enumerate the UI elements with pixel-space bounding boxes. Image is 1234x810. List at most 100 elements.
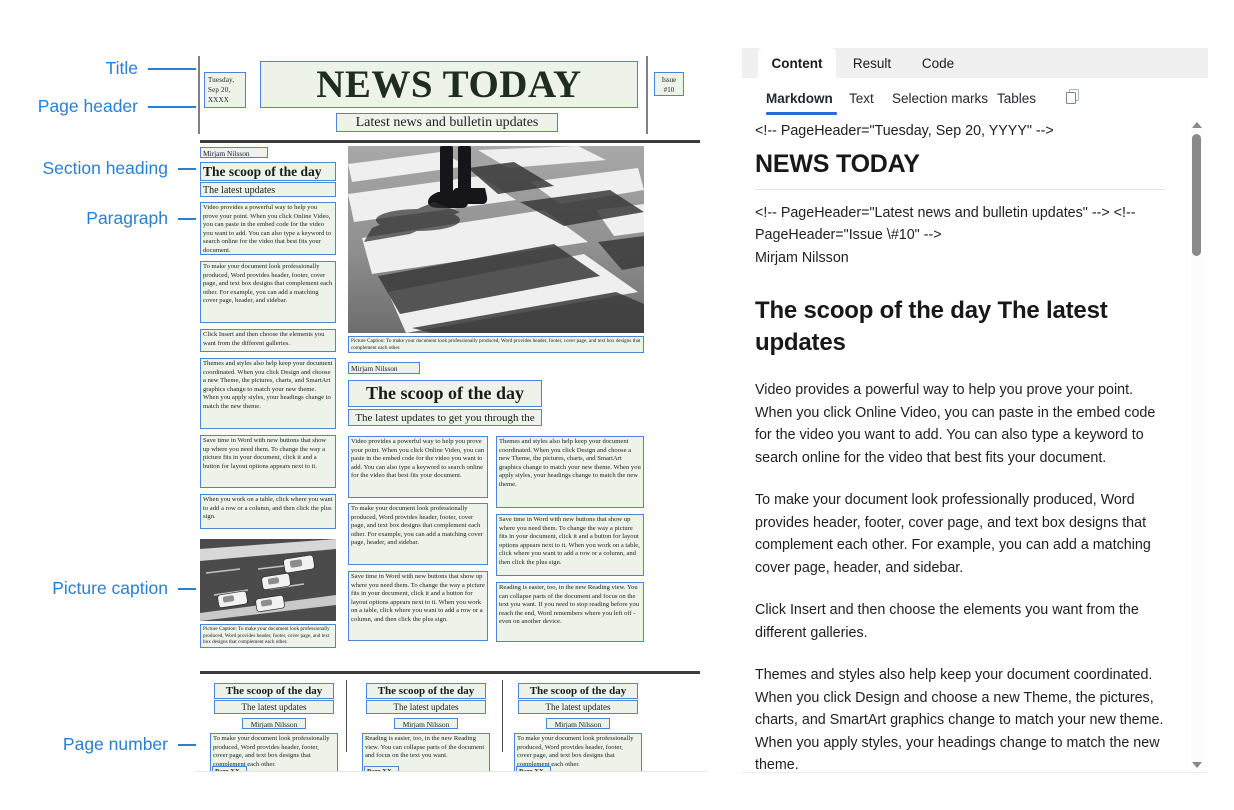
document-photo-crosswalk	[348, 146, 644, 333]
document-col3-heading: The scoop of the day	[518, 683, 638, 699]
panel-bottom-border	[742, 772, 1208, 773]
document-paragraph-professional-2: To make your document look professionall…	[348, 503, 488, 565]
subtab-text-label: Text	[849, 90, 874, 106]
document-date-text: Tuesday, Sep 20, XXXX	[208, 76, 235, 104]
tab-strip: Content Result Code	[742, 48, 1208, 78]
chevron-up-icon	[1191, 122, 1202, 128]
document-col1-subheading: The latest updates	[214, 700, 334, 714]
document-paragraph-savetimelong-2: Save time in Word with new buttons that …	[348, 571, 488, 641]
tab-result[interactable]: Result	[838, 48, 906, 78]
document-col1-page-label: Page XX	[212, 766, 247, 771]
document-paragraph-savetimelong-2b: Save time in Word with new buttons that …	[496, 514, 644, 576]
markdown-scroll-region[interactable]: <!-- PageHeader="Tuesday, Sep 20, YYYY" …	[742, 118, 1208, 772]
document-section-subheading-2: The latest updates to get you through th…	[348, 409, 542, 426]
document-photo-highway	[200, 539, 336, 621]
highway-photo-svg	[200, 539, 336, 621]
document-paragraph-table-1: When you work on a table, click where yo…	[200, 494, 336, 529]
section3-top-rule	[200, 671, 700, 674]
screenshot-root: Title Page header Section heading Paragr…	[0, 0, 1234, 810]
document-date-box: Tuesday, Sep 20, XXXX	[204, 72, 246, 108]
subtab-selection-marks-label: Selection marks	[892, 90, 989, 106]
subtab-markdown[interactable]: Markdown	[766, 86, 833, 110]
document-col2-byline: Mirjam Nilsson	[394, 718, 458, 729]
document-byline-1: Mirjam Nilsson	[200, 147, 268, 158]
annotation-label-paragraph: Paragraph	[86, 208, 168, 228]
document-section-heading: The scoop of the day	[200, 162, 336, 181]
document-paragraph-video-2: Video provides a powerful way to help yo…	[348, 436, 488, 498]
subtab-tables-label: Tables	[997, 90, 1037, 106]
document-byline-2: Mirjam Nilsson	[348, 362, 420, 374]
document-col1-heading: The scoop of the day	[214, 683, 334, 699]
annotation-label-section-heading: Section heading	[42, 158, 168, 178]
markdown-h2-section: The scoop of the day The latest updates	[755, 297, 1108, 356]
document-paragraph-themes-1: Themes and styles also help keep your do…	[200, 358, 336, 429]
document-col2-subheading: The latest updates	[366, 700, 486, 714]
document-title-text: NEWS TODAY	[316, 62, 582, 106]
markdown-h1-news-today: NEWS TODAY	[755, 149, 920, 178]
document-paragraph: Video provides a powerful way to help yo…	[200, 202, 336, 255]
tab-result-label: Result	[852, 55, 892, 71]
markdown-paragraph-insert: Click Insert and then choose the element…	[755, 602, 1139, 641]
markdown-comment-page-header-sub: <!-- PageHeader="Latest news and bulleti…	[755, 204, 1136, 244]
document-issue-text: Issue #10	[661, 76, 677, 94]
document-col3-subheading: The latest updates	[518, 700, 638, 714]
tab-content[interactable]: Content	[758, 48, 836, 78]
annotation-label-picture-caption: Picture caption	[52, 578, 168, 598]
document-issue-box: Issue #10	[654, 72, 684, 96]
document-masthead: Tuesday, Sep 20, XXXX NEWS TODAY Latest …	[196, 56, 706, 136]
document-picture-caption-1: Picture Caption: To make your document l…	[348, 336, 644, 353]
document-col3-page-label: Page XX	[516, 766, 551, 771]
document-page-header: Latest news and bulletin updates	[336, 113, 558, 132]
document-paragraph-insert-1: Click Insert and then choose the element…	[200, 329, 336, 352]
markdown-horizontal-rule	[755, 188, 1165, 190]
crosswalk-photo-svg	[348, 146, 644, 333]
document-subtitle-text: Latest news and bulletin updates	[355, 114, 539, 130]
column-rule-2	[502, 680, 504, 752]
document-col1-byline: Mirjam Nilsson	[242, 718, 306, 729]
subtab-markdown-label: Markdown	[766, 90, 833, 106]
copy-icon[interactable]	[1064, 88, 1082, 106]
document-preview-pane: Title Page header Section heading Paragr…	[0, 0, 742, 810]
markdown-paragraph-professional: To make your document look professionall…	[755, 492, 1151, 576]
document-col2-page-label: Page XX	[364, 766, 399, 771]
copy-icon-svg	[1065, 88, 1080, 105]
document-section-heading-2: The scoop of the day	[348, 380, 542, 407]
document-col2-heading: The scoop of the day	[366, 683, 486, 699]
document-col3-byline: Mirjam Nilsson	[546, 718, 610, 729]
document-section-subheading-1: The latest updates	[200, 182, 336, 197]
markdown-comment-page-header-date: <!-- PageHeader="Tuesday, Sep 20, YYYY" …	[755, 123, 1054, 139]
annotation-label-title: Title	[105, 58, 138, 78]
markdown-paragraph-video: Video provides a powerful way to help yo…	[755, 382, 1156, 466]
markdown-scrollbar[interactable]	[1191, 120, 1202, 770]
subtab-selection-marks[interactable]: Selection marks	[892, 86, 988, 110]
column-rule-1	[346, 680, 348, 752]
scrollbar-down-arrow[interactable]	[1191, 760, 1202, 770]
document-paragraph-reading-2: Reading is easier, too, in the new Readi…	[496, 582, 644, 642]
document-paragraph-themes-2: Themes and styles also help keep your do…	[496, 436, 644, 508]
tab-code-label: Code	[921, 55, 955, 71]
tab-content-label: Content	[771, 55, 823, 71]
markdown-author: Mirjam Nilsson	[755, 249, 849, 266]
scrollbar-thumb[interactable]	[1192, 134, 1201, 256]
markdown-paragraph-themes: Themes and styles also help keep your do…	[755, 667, 1164, 772]
subtab-text[interactable]: Text	[849, 86, 874, 110]
subtab-tables[interactable]: Tables	[997, 86, 1036, 110]
document-paragraph-savetime-1: Save time in Word with new buttons that …	[200, 435, 336, 488]
masthead-right-rule	[646, 56, 648, 134]
scrollbar-up-arrow[interactable]	[1191, 120, 1202, 130]
masthead-left-rule	[198, 56, 200, 134]
chevron-down-icon	[1191, 762, 1202, 768]
masthead-divider-rule	[200, 140, 700, 143]
document-title: NEWS TODAY	[260, 61, 638, 108]
analysis-results-panel: Content Result Code Markdown Text Select…	[742, 48, 1208, 772]
sub-tab-strip: Markdown Text Selection marks Tables	[742, 78, 1208, 118]
tab-panel-body: Markdown Text Selection marks Tables <!-…	[742, 78, 1208, 772]
annotation-label-page-header: Page header	[37, 96, 138, 116]
tab-code[interactable]: Code	[908, 48, 968, 78]
annotation-label-page-number: Page number	[62, 734, 168, 754]
subtab-active-underline	[766, 112, 837, 115]
document-paragraph-professional-1: To make your document look professionall…	[200, 261, 336, 323]
document-page[interactable]: Tuesday, Sep 20, XXXX NEWS TODAY Latest …	[196, 42, 706, 772]
document-picture-caption: Picture Caption: To make your document l…	[200, 624, 336, 648]
markdown-content: <!-- PageHeader="Tuesday, Sep 20, YYYY" …	[755, 118, 1165, 772]
